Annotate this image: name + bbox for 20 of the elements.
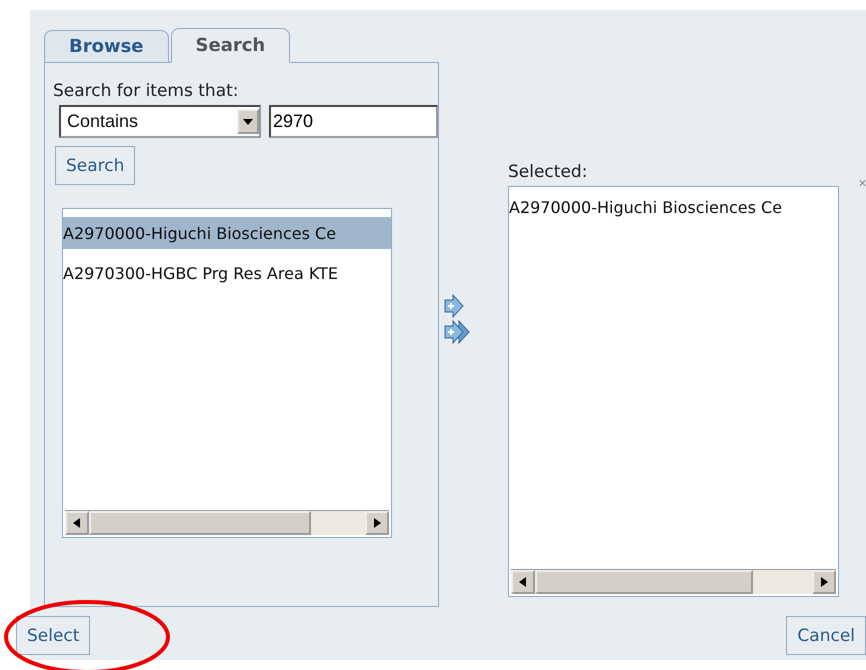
tab[interactable]: Browse — [44, 30, 169, 63]
left-arrow-icon — [519, 577, 527, 587]
search-prompt: Search for items that: — [53, 81, 240, 101]
horizontal-scrollbar[interactable] — [65, 510, 389, 535]
right-arrow-icon — [820, 577, 828, 587]
left-arrow-icon — [73, 518, 81, 528]
search-field[interactable]: 2970 — [269, 105, 438, 138]
select-button[interactable]: Select — [16, 616, 90, 655]
right-arrow-icon — [373, 518, 381, 528]
horizontal-scrollbar[interactable] — [511, 569, 836, 594]
match-mode-dropdown[interactable]: Contains — [59, 105, 261, 138]
tab[interactable]: Search — [170, 28, 290, 63]
selected-label: Selected: — [508, 162, 588, 182]
add-all-arrow-icon[interactable] — [443, 320, 471, 344]
caret-icon — [243, 118, 253, 124]
selected-item[interactable]: A2970000-Higuchi Biosciences Ce — [509, 191, 838, 223]
result-item[interactable]: A2970300-HGBC Prg Res Area KTE — [63, 257, 391, 289]
cancel-button[interactable]: Cancel — [786, 616, 866, 655]
result-item[interactable]: A2970000-Higuchi Biosciences Ce — [63, 217, 391, 249]
search-button[interactable]: Search — [55, 146, 136, 185]
